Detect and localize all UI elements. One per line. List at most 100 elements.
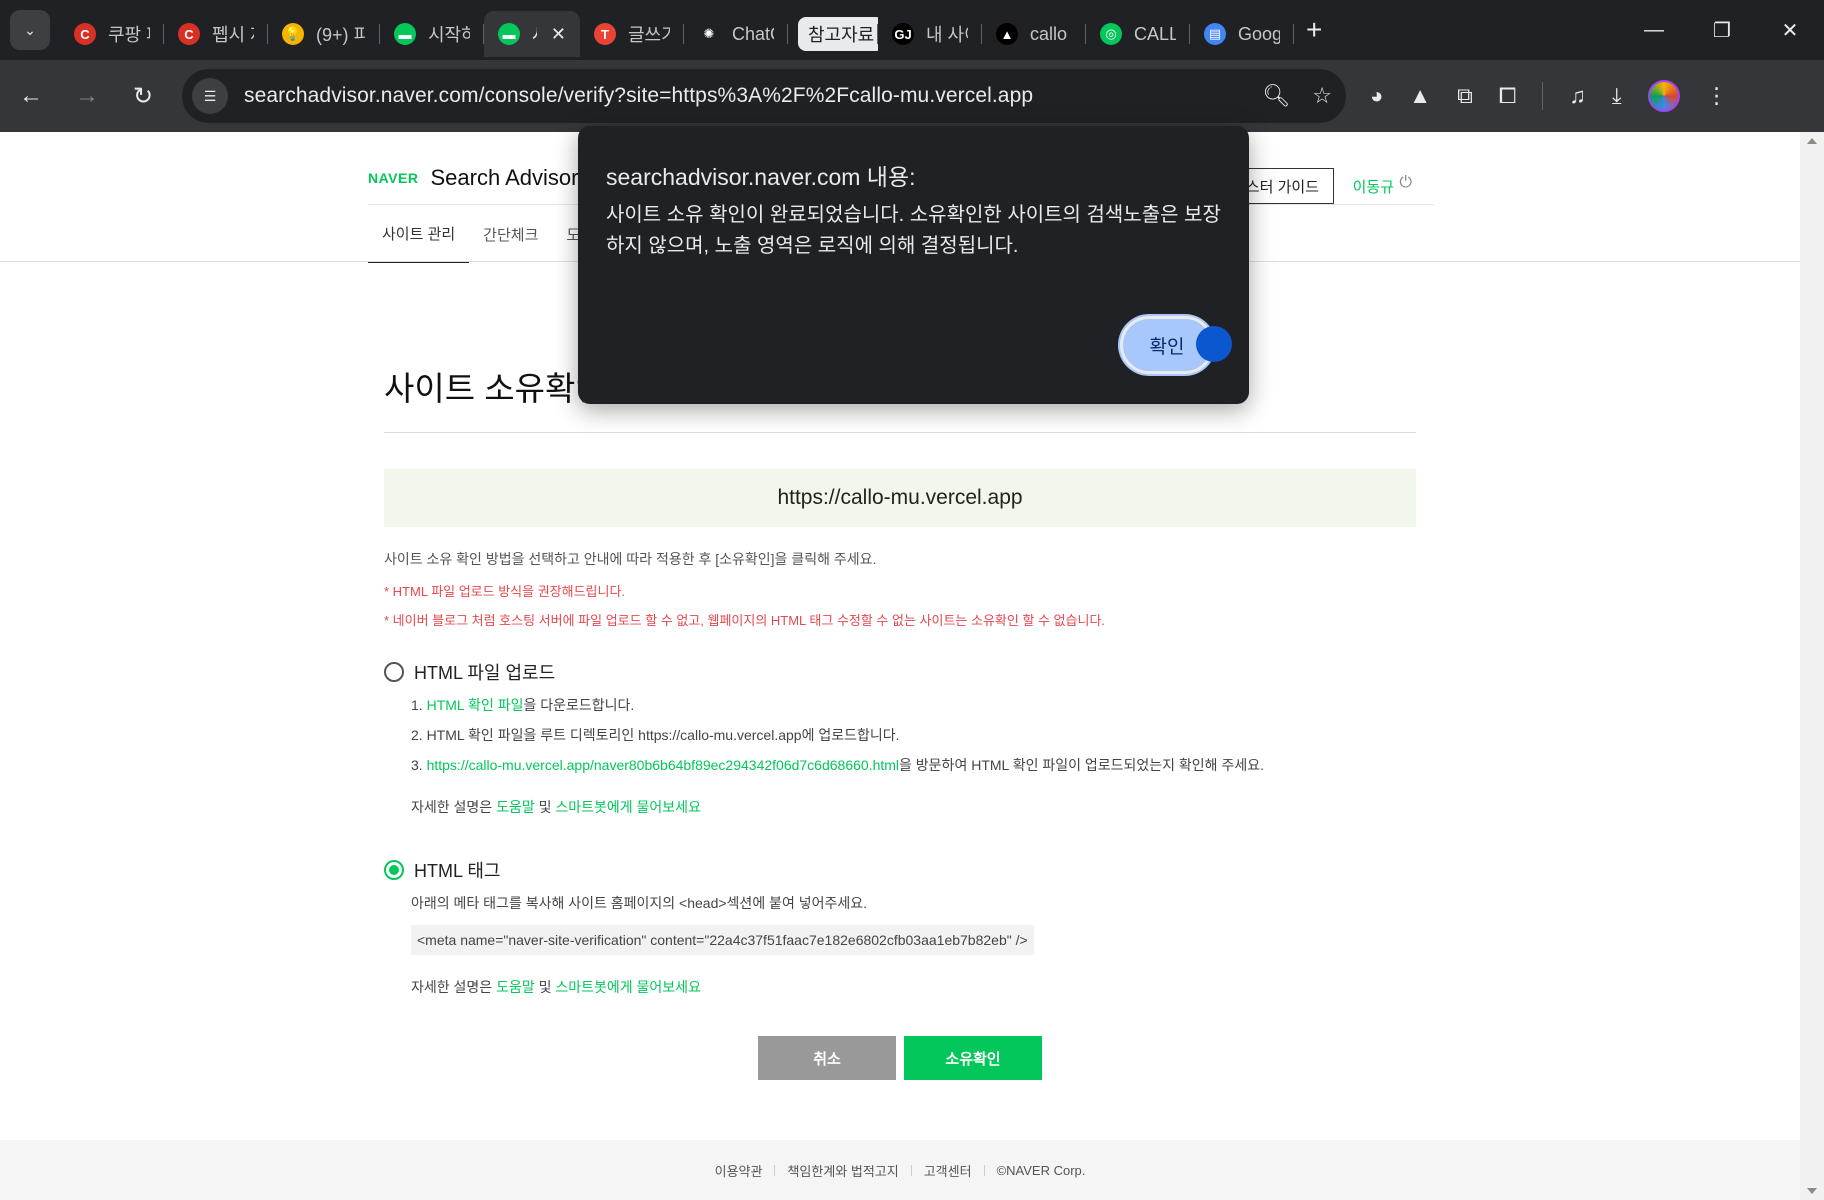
tab-title[interactable]: 쿠팡 파 — [108, 21, 150, 47]
help-line-tag: 자세한 설명은 도움말 및 스마트봇에게 물어보세요 — [411, 977, 1416, 997]
profile-avatar[interactable] — [1647, 80, 1680, 112]
footer: 이용약관 책임한계와 법적고지 고객센터 ©NAVER Corp. — [0, 1140, 1800, 1200]
tab-favicon-icon: ▬ — [394, 23, 416, 45]
browser-tab[interactable]: ◎ CALLO — [1086, 11, 1190, 57]
restore-button[interactable]: ❐ — [1688, 0, 1756, 60]
tab-title[interactable]: Googl — [1238, 24, 1280, 45]
naver-logo[interactable]: NAVER — [368, 170, 418, 186]
color-extension-icon[interactable]: ◕ — [1370, 83, 1383, 109]
browser-tab[interactable]: T 글쓰기 — [580, 11, 684, 57]
media-control-icon[interactable]: ♫ — [1569, 83, 1586, 109]
scroll-up-icon[interactable] — [1807, 138, 1817, 144]
radio-html-file[interactable] — [384, 662, 404, 682]
scroll-down-icon[interactable] — [1807, 1188, 1817, 1194]
user-name[interactable]: 이동규 — [1353, 176, 1394, 197]
help-mid: 및 — [534, 799, 556, 815]
help-mid: 및 — [534, 979, 556, 995]
reload-button[interactable]: ↻ — [118, 71, 168, 121]
page-scrollbar[interactable] — [1800, 132, 1824, 1200]
tab-group-chip[interactable]: 참고자료 — [788, 11, 878, 57]
help-link[interactable]: 도움말 — [496, 979, 535, 995]
browser-tab[interactable]: ✺ ChatG — [684, 11, 788, 57]
help-prefix: 자세한 설명은 — [411, 799, 497, 815]
help-line-file: 자세한 설명은 도움말 및 스마트봇에게 물어보세요 — [411, 797, 1416, 817]
footer-support-link[interactable]: 고객센터 — [924, 1161, 972, 1180]
tab-title[interactable]: 시작하 — [428, 21, 470, 47]
bookmark-star-icon[interactable]: ☆ — [1312, 83, 1332, 109]
tab-favicon-icon: ✺ — [698, 23, 720, 45]
meta-tag-box[interactable]: <meta name="naver-site-verification" con… — [411, 925, 1034, 955]
browser-tab[interactable]: C 쿠팡 파 — [60, 11, 164, 57]
tab-search-button[interactable]: ⌄ — [10, 10, 50, 50]
footer-terms-link[interactable]: 이용약관 — [715, 1161, 763, 1180]
browser-tab[interactable]: ▤ Googl — [1190, 11, 1294, 57]
tab-favicon-icon: T — [594, 23, 616, 45]
tabs: C쿠팡 파C펩시 제💡(9+) 피▬시작하▬사✕T글쓰기✺ChatG참고자료GJ… — [60, 0, 1294, 60]
footer-divider — [983, 1164, 985, 1176]
toolbar-divider — [1542, 82, 1544, 110]
radio-html-tag-label[interactable]: HTML 태그 — [414, 857, 500, 883]
dialog-title: searchadvisor.naver.com 내용: — [606, 164, 916, 190]
tab-title[interactable]: 글쓰기 — [628, 21, 670, 47]
browser-tab[interactable]: ▬ 시작하 — [380, 11, 484, 57]
logout-power-icon[interactable]: ⏻ — [1399, 174, 1412, 192]
tab-favicon-icon: ▲ — [996, 23, 1018, 45]
back-button[interactable]: ← — [6, 71, 56, 121]
download-icon[interactable]: ⤓ — [1612, 83, 1622, 109]
tab-close-icon[interactable]: ✕ — [551, 24, 566, 45]
tag-instruction: 아래의 메타 태그를 복사해 사이트 홈페이지의 <head>섹션에 붙여 넣어… — [411, 893, 1416, 913]
extensions-puzzle-icon[interactable]: ⧠ — [1499, 83, 1517, 109]
kebab-menu-icon[interactable]: ⋮ — [1706, 83, 1728, 109]
new-tab-button[interactable]: + — [1306, 14, 1322, 46]
radio-html-tag-row[interactable]: HTML 태그 — [384, 857, 1416, 883]
method-html-file: HTML 파일 업로드 1. HTML 확인 파일을 다운로드합니다. 2. H… — [384, 659, 1416, 817]
browser-tab[interactable]: C 펩시 제 — [164, 11, 268, 57]
tab-favicon-icon: C — [178, 23, 200, 45]
chatbot-link[interactable]: 스마트봇에게 물어보세요 — [555, 979, 701, 995]
radio-html-file-label[interactable]: HTML 파일 업로드 — [414, 659, 555, 685]
nav-site-management[interactable]: 사이트 관리 — [368, 205, 470, 263]
close-window-button[interactable]: ✕ — [1756, 0, 1824, 60]
nav-quick-check[interactable]: 간단체크 — [469, 205, 552, 263]
tab-title[interactable]: 사 — [532, 21, 537, 47]
tag-instruction-text: 아래의 메타 태그를 복사해 사이트 홈페이지의 <head>섹션에 붙여 넣어… — [411, 895, 868, 911]
arrow-right-icon: → — [75, 82, 99, 109]
tab-favicon-icon: 💡 — [282, 23, 304, 45]
tab-favicon-icon: ▤ — [1204, 23, 1226, 45]
radio-html-tag[interactable] — [384, 860, 404, 880]
tab-title[interactable]: CALLO — [1134, 24, 1176, 45]
site-info-button[interactable]: ☰ — [192, 78, 228, 114]
forward-button[interactable]: → — [62, 71, 112, 121]
chatbot-link[interactable]: 스마트봇에게 물어보세요 — [555, 799, 701, 815]
tab-title[interactable]: 펩시 제 — [212, 21, 254, 47]
guide-button[interactable]: 스터 가이드 — [1234, 168, 1334, 204]
download-html-file-link[interactable]: HTML 확인 파일 — [427, 697, 524, 713]
verify-file-url-link[interactable]: https://callo-mu.vercel.app/naver80b6b64… — [427, 757, 899, 773]
browser-tab[interactable]: ▬ 사 ✕ — [484, 11, 580, 57]
tab-title[interactable]: (9+) 피 — [316, 21, 366, 47]
browser-tab[interactable]: 💡 (9+) 피 — [268, 11, 380, 57]
file-steps: 1. HTML 확인 파일을 다운로드합니다. 2. HTML 확인 파일을 루… — [411, 695, 1416, 775]
help-link[interactable]: 도움말 — [496, 799, 535, 815]
address-bar[interactable]: ☰ searchadvisor.naver.com/console/verify… — [182, 69, 1346, 123]
footer-legal-link[interactable]: 책임한계와 법적고지 — [787, 1161, 898, 1180]
tab-title[interactable]: ChatG — [732, 24, 774, 45]
cancel-button[interactable]: 취소 — [758, 1036, 896, 1080]
zoom-icon[interactable]: 🔍︎ — [1262, 83, 1290, 109]
radio-html-file-row[interactable]: HTML 파일 업로드 — [384, 659, 1416, 685]
instruction-text: 사이트 소유 확인 방법을 선택하고 안내에 따라 적용한 후 [소유확인]을 … — [384, 551, 877, 567]
browser-tab[interactable]: GJ 내 사이 — [878, 11, 982, 57]
dev-extension-icon[interactable]: ⧉ — [1457, 83, 1473, 109]
file-step-1: 1. HTML 확인 파일을 다운로드합니다. — [411, 695, 1416, 715]
tab-title[interactable]: 내 사이 — [926, 21, 968, 47]
verify-ownership-button[interactable]: 소유확인 — [904, 1036, 1042, 1080]
window-controls: — ❐ ✕ — [1620, 0, 1824, 60]
url-text[interactable]: searchadvisor.naver.com/console/verify?s… — [244, 84, 1033, 108]
tab-group-label[interactable]: 참고자료 — [798, 17, 878, 51]
minimize-button[interactable]: — — [1620, 0, 1688, 60]
tab-title[interactable]: callo - — [1030, 24, 1072, 45]
drive-extension-icon[interactable]: ▲ — [1409, 83, 1431, 109]
site-title[interactable]: Search Advisor — [430, 165, 578, 191]
footer-divider — [774, 1164, 776, 1176]
browser-tab[interactable]: ▲ callo - — [982, 11, 1086, 57]
